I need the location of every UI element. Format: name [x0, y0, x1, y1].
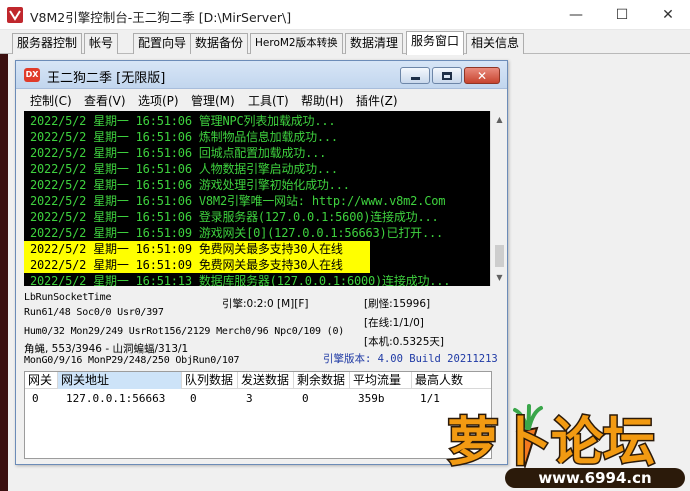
- cell-avg-traffic: 359b: [358, 392, 385, 405]
- log-line: 2022/5/2 星期一 16:51:09 免费网关最多支持30人在线: [24, 257, 370, 273]
- tab-server-control[interactable]: 服务器控制: [12, 33, 83, 54]
- log-line: 2022/5/2 星期一 16:51:06 V8M2引擎唯一网站: http:/…: [30, 194, 446, 208]
- socket-time-label: LbRunSocketTime: [24, 292, 112, 303]
- dx-logo-icon: DX: [24, 68, 40, 82]
- window-title: V8M2引擎控制台-王二狗二季 [D:\MirServer\]: [30, 10, 292, 25]
- log-line: 2022/5/2 星期一 16:51:06 管理NPC列表加载成功...: [30, 114, 336, 128]
- tab-related-info[interactable]: 相关信息: [466, 33, 525, 54]
- minimize-icon: —: [569, 7, 583, 23]
- tab-config-wizard[interactable]: 配置向导: [133, 33, 192, 54]
- server-minimize-button[interactable]: [400, 67, 430, 84]
- col-gateway[interactable]: 网关: [25, 372, 58, 389]
- log-line: 2022/5/2 星期一 16:51:06 回城点配置加载成功...: [30, 146, 327, 160]
- menu-bar: 控制(C) 查看(V) 选项(P) 管理(M) 工具(T) 帮助(H) 插件(Z…: [16, 89, 507, 111]
- main-tab-bar: 服务器控制 帐号 配置向导 数据备份 HeroM2版本转换 数据清理 服务窗口 …: [0, 30, 690, 55]
- mongen-stats: MonG0/9/16 MonP29/248/250 ObjRun0/107: [24, 355, 240, 366]
- map-info: 角蝇, 553/3946 - 山洞蝙蝠/313/1: [24, 343, 189, 355]
- close-icon: ✕: [662, 7, 674, 23]
- server-window-title: 王二狗二季 [无限版]: [47, 71, 166, 86]
- log-line: 2022/5/2 星期一 16:51:06 登录服务器(127.0.0.1:56…: [30, 210, 439, 224]
- server-close-button[interactable]: ✕: [464, 67, 500, 84]
- engine-version: 引擎版本: 4.00 Build 20211213: [323, 353, 498, 365]
- log-line: 2022/5/2 星期一 16:51:06 游戏处理引擎初始化成功...: [30, 178, 350, 192]
- cell-queue-data: 0: [190, 392, 197, 405]
- cell-remaining-data: 0: [302, 392, 309, 405]
- online-count: [在线:1/1/0]: [364, 317, 424, 329]
- log-line: 2022/5/2 星期一 16:51:09 免费网关最多支持30人在线: [24, 241, 370, 257]
- scroll-thumb[interactable]: [495, 245, 504, 267]
- menu-options[interactable]: 选项(P): [138, 92, 179, 109]
- cell-max-users: 1/1: [420, 392, 440, 405]
- menu-tools[interactable]: 工具(T): [248, 92, 289, 109]
- watermark-title: 萝卜论坛: [447, 413, 655, 473]
- tab-account[interactable]: 帐号: [84, 33, 119, 54]
- scroll-down-icon[interactable]: ▼: [491, 269, 508, 286]
- log-line: 2022/5/2 星期一 16:51:06 人物数据引擎启动成功...: [30, 162, 338, 176]
- maximize-button[interactable]: ☐: [599, 0, 645, 30]
- menu-help[interactable]: 帮助(H): [301, 92, 343, 109]
- hum-stats: Hum0/32 Mon29/249 UsrRot156/2129 Merch0/…: [24, 326, 345, 337]
- log-console[interactable]: 2022/5/2 星期一 16:51:06 管理NPC列表加载成功... 2022…: [24, 111, 498, 286]
- log-line: 2022/5/2 星期一 16:51:13 数据库服务器(127.0.0.1:6…: [30, 274, 451, 286]
- tab-data-cleanup[interactable]: 数据清理: [345, 33, 404, 54]
- gateway-table-header: 网关 网关地址 队列数据 发送数据 剩余数据 平均流量 最高人数: [25, 372, 491, 389]
- run-stats: Run61/48 Soc0/0 Usr0/397: [24, 307, 164, 318]
- app-icon: [7, 7, 23, 23]
- server-window: DX 王二狗二季 [无限版] ✕ 控制(C) 查看(V) 选项(P) 管理(M)…: [15, 60, 508, 465]
- menu-plugins[interactable]: 插件(Z): [356, 92, 398, 109]
- forum-watermark: 萝卜论坛 www.6994.cn: [445, 388, 690, 491]
- menu-manage[interactable]: 管理(M): [191, 92, 235, 109]
- log-scrollbar[interactable]: ▲ ▼: [490, 111, 507, 286]
- col-remaining-data[interactable]: 剩余数据: [294, 372, 350, 389]
- minimize-icon: [410, 77, 420, 80]
- scroll-up-icon[interactable]: ▲: [491, 111, 508, 128]
- tab-service-window[interactable]: 服务窗口: [406, 31, 465, 55]
- watermark-url: www.6994.cn: [538, 469, 651, 487]
- gateway-table[interactable]: 网关 网关地址 队列数据 发送数据 剩余数据 平均流量 最高人数 0 127.0…: [24, 371, 492, 459]
- col-avg-traffic[interactable]: 平均流量: [350, 372, 412, 389]
- col-queue-data[interactable]: 队列数据: [182, 372, 238, 389]
- menu-view[interactable]: 查看(V): [84, 92, 126, 109]
- col-sent-data[interactable]: 发送数据: [238, 372, 294, 389]
- tab-herom2-convert[interactable]: HeroM2版本转换: [250, 33, 343, 54]
- col-max-users[interactable]: 最高人数: [412, 372, 491, 389]
- server-maximize-button[interactable]: [432, 67, 462, 84]
- minimize-button[interactable]: —: [553, 0, 599, 30]
- log-line: 2022/5/2 星期一 16:51:09 游戏网关[0](127.0.0.1:…: [30, 226, 444, 240]
- col-gateway-address[interactable]: 网关地址: [58, 372, 182, 389]
- maximize-icon: [442, 71, 452, 80]
- watermark-logo-icon: 萝卜论坛 www.6994.cn: [446, 404, 685, 488]
- close-icon: ✕: [476, 68, 488, 83]
- engine-status: 引擎:0:2:0 [M][F]: [222, 298, 309, 310]
- refresh-monster-count: [刷怪:15996]: [364, 298, 431, 310]
- close-button[interactable]: ✕: [645, 0, 690, 30]
- cell-gateway: 0: [32, 392, 39, 405]
- tab-data-backup[interactable]: 数据备份: [190, 33, 249, 54]
- server-window-titlebar: DX 王二狗二季 [无限版] ✕: [16, 61, 507, 89]
- log-line: 2022/5/2 星期一 16:51:06 炼制物品信息加载成功...: [30, 130, 338, 144]
- background-strip: [0, 54, 8, 491]
- native-uptime: [本机:0.5325天]: [364, 336, 444, 348]
- maximize-icon: ☐: [615, 7, 629, 23]
- cell-sent-data: 3: [246, 392, 253, 405]
- cell-gateway-address: 127.0.0.1:56663: [66, 392, 166, 405]
- app-titlebar: V8M2引擎控制台-王二狗二季 [D:\MirServer\] — ☐ ✕: [0, 0, 690, 30]
- menu-control[interactable]: 控制(C): [30, 92, 72, 109]
